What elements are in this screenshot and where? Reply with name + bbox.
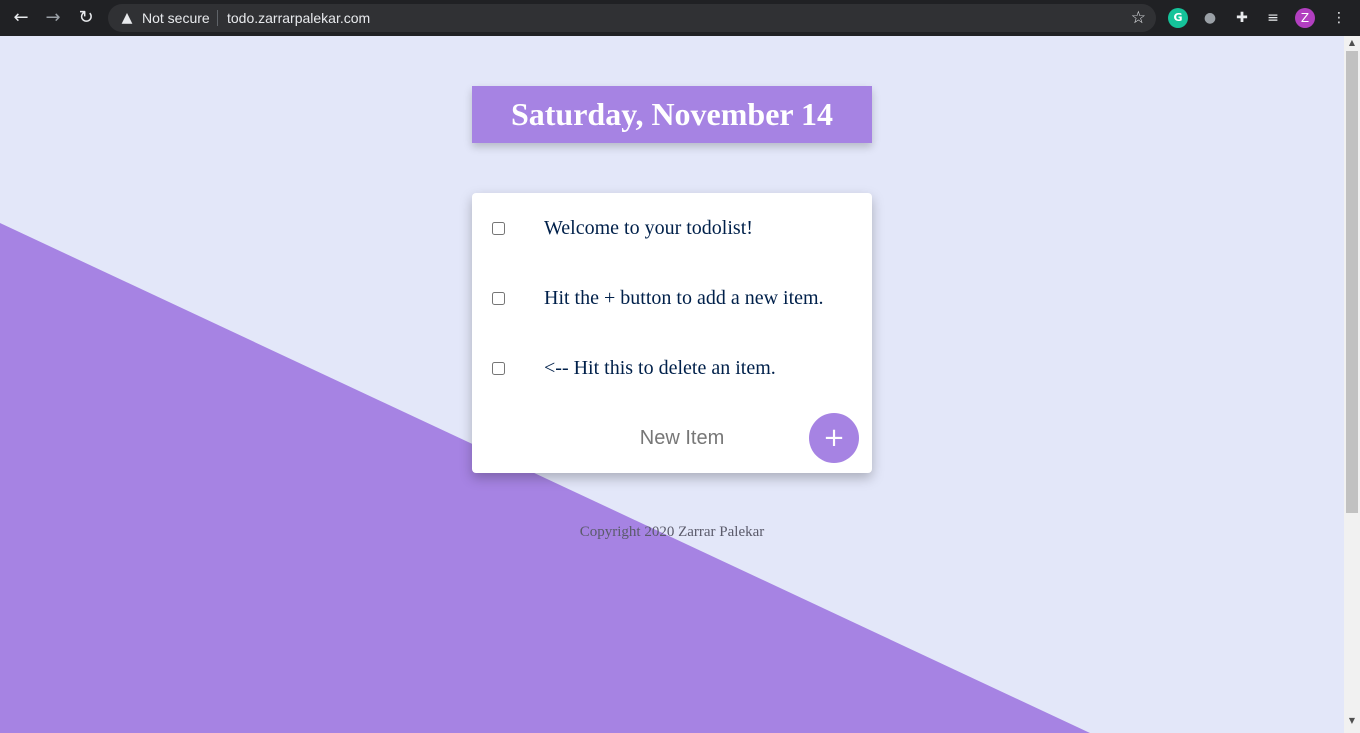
forward-arrow-icon[interactable]: → (41, 6, 65, 30)
star-icon[interactable]: ☆ (1131, 8, 1146, 28)
todo-list-card: Welcome to your todolist! Hit the + butt… (472, 193, 872, 473)
grammarly-icon[interactable]: G (1168, 8, 1188, 28)
new-item-input[interactable] (582, 421, 782, 455)
scroll-up-arrow-icon[interactable]: ▲ (1344, 38, 1360, 52)
address-bar[interactable]: ▲ Not secure todo.zarrarpalekar.com ☆ (108, 4, 1156, 32)
security-label[interactable]: Not secure (142, 10, 210, 26)
address-separator (217, 10, 218, 26)
footer-copyright: Copyright 2020 Zarrar Palekar (579, 524, 765, 540)
item-checkbox[interactable] (492, 222, 505, 235)
media-queue-icon[interactable]: ≡ (1263, 8, 1283, 28)
page-title: Saturday, November 14 (510, 96, 834, 132)
list-item: Hit the + button to add a new item. (472, 263, 872, 333)
avatar[interactable]: Z (1295, 8, 1315, 28)
date-header: Saturday, November 14 (472, 86, 872, 143)
reload-icon[interactable]: ↻ (74, 6, 98, 30)
extension-icon[interactable]: ● (1200, 8, 1220, 28)
scrollbar-thumb[interactable] (1346, 51, 1358, 513)
browser-toolbar: ← → ↻ ▲ Not secure todo.zarrarpalekar.co… (0, 0, 1360, 36)
item-text: Hit the + button to add a new item. (544, 287, 824, 309)
list-item: <-- Hit this to delete an item. (472, 333, 872, 403)
warning-icon[interactable]: ▲ (118, 9, 136, 27)
kebab-menu-icon[interactable]: ⋮ (1329, 8, 1349, 28)
page-body: Saturday, November 14 Welcome to your to… (0, 36, 1344, 733)
item-checkbox[interactable] (492, 362, 505, 375)
add-item-button[interactable]: + (809, 413, 859, 463)
item-text: <-- Hit this to delete an item. (544, 357, 776, 379)
back-arrow-icon[interactable]: ← (9, 6, 33, 30)
puzzle-icon[interactable]: ✚ (1232, 8, 1252, 28)
scroll-down-arrow-icon[interactable]: ▼ (1344, 716, 1360, 730)
item-checkbox[interactable] (492, 292, 505, 305)
list-item: Welcome to your todolist! (472, 193, 872, 263)
url-text[interactable]: todo.zarrarpalekar.com (227, 10, 370, 26)
item-text: Welcome to your todolist! (544, 217, 753, 239)
